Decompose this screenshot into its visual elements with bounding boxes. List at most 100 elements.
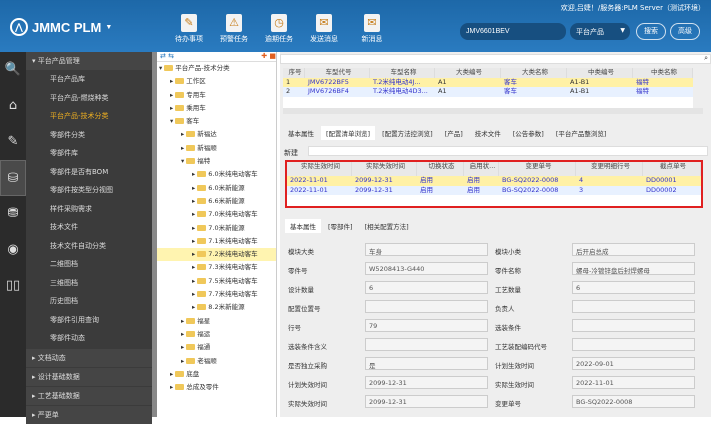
tab[interactable]: 基本属性 (283, 126, 319, 140)
expand-arrow-icon[interactable]: ▸ (192, 197, 195, 205)
field-value[interactable] (572, 338, 695, 351)
expand-arrow-icon[interactable]: ▸ (181, 330, 184, 338)
tree-node[interactable]: ▸ 6.0米新能源 (157, 182, 276, 195)
expand-arrow-icon[interactable]: ▾ (159, 64, 162, 72)
table-row[interactable]: 2022-11-01 2099-12-31 启用 启用 BG-SQ2022-0008 3 D… (287, 185, 701, 195)
tree-node[interactable]: ▾ 客车 (157, 115, 276, 128)
tree-node[interactable]: ▸ 7.0米纯电动客车 (157, 208, 276, 221)
column-header[interactable]: 序号 (283, 68, 305, 78)
sidebar-item[interactable]: 零部件分类 (26, 126, 152, 145)
sidebar-item[interactable]: 样件采购需求 (26, 200, 152, 219)
sidebar-item[interactable]: 零部件库 (26, 144, 152, 163)
expand-arrow-icon[interactable]: ▾ (181, 157, 184, 165)
tree-node[interactable]: ▸ 乘用车 (157, 102, 276, 115)
tree-node[interactable]: ▸ 8.2米新能源 (157, 301, 276, 314)
sidebar-group[interactable]: ▸ 工艺基础数据 (26, 386, 152, 405)
tree-node[interactable]: ▸ 工作区 (157, 75, 276, 88)
tab[interactable]: [产品] (440, 126, 468, 140)
search-icon[interactable]: ⌕ (704, 54, 708, 63)
field-value[interactable]: 2022-11-01 (572, 376, 695, 389)
column-header[interactable]: 启用状... (464, 162, 499, 176)
toolbar-new-mail-button[interactable]: ✉ 新消息 (348, 14, 396, 44)
column-header[interactable]: 变更单号 (499, 162, 576, 176)
sidebar-item[interactable]: 技术文件 (26, 218, 152, 237)
tab[interactable]: 基本属性 (285, 219, 321, 233)
expand-arrow-icon[interactable]: ▸ (192, 277, 195, 285)
expand-arrow-icon[interactable]: ▸ (192, 290, 195, 298)
search-button[interactable]: 搜索 (636, 23, 666, 40)
tree-node[interactable]: ▸ 7.7米纯电动客车 (157, 288, 276, 301)
tree-node[interactable]: ▸ 福通 (157, 341, 276, 354)
field-value[interactable]: 2099-12-31 (365, 376, 488, 389)
expand-arrow-icon[interactable]: ▸ (181, 317, 184, 325)
sidebar-group[interactable]: ▸ 文档动态 (26, 348, 152, 367)
tree-node[interactable]: ▸ 福运 (157, 328, 276, 341)
field-value[interactable]: 后开启总成 (572, 243, 695, 256)
field-value[interactable]: 螺母-冷镀锌盘后封焊螺母 (572, 262, 695, 275)
sidebar-item[interactable]: 零部件按类型分视图 (26, 181, 152, 200)
field-value[interactable]: 是 (365, 357, 488, 370)
expand-arrow-icon[interactable]: ▸ (192, 224, 195, 232)
new-label[interactable]: 新建 (284, 148, 298, 158)
table-row[interactable]: 2 JMV6726BF4 T.2米纯电动4D3... A1 客车 A1-B1 福特 (283, 87, 693, 97)
column-header[interactable]: 中类编号 (567, 68, 633, 78)
tree-node[interactable]: ▸ 新福达 (157, 128, 276, 141)
sidebar-item[interactable]: 零部件动态 (26, 329, 152, 348)
tree-node[interactable]: ▸ 专用车 (157, 89, 276, 102)
search-input[interactable] (460, 23, 566, 40)
field-value[interactable]: 79 (365, 319, 488, 332)
sidebar-item[interactable]: 技术文件自动分类 (26, 237, 152, 256)
expand-arrow-icon[interactable]: ▸ (192, 263, 195, 271)
field-value[interactable]: 6 (572, 281, 695, 294)
tab[interactable]: 技术文件 (470, 126, 506, 140)
field-value[interactable] (572, 300, 695, 313)
field-value[interactable]: 2099-12-31 (365, 395, 488, 408)
field-value[interactable]: 车身 (365, 243, 488, 256)
toolbar-warning-doc-button[interactable]: ⚠ 预警任务 (210, 14, 258, 44)
column-header[interactable]: 截点单号 (643, 162, 701, 176)
tab[interactable]: [配置清单浏览] (321, 126, 376, 140)
sidebar-item[interactable]: 历史图档 (26, 292, 152, 311)
field-value[interactable]: 6 (365, 281, 488, 294)
column-header[interactable]: 实际生效时间 (287, 162, 352, 176)
tree-node[interactable]: ▸ 福星 (157, 315, 276, 328)
tree-node[interactable]: ▸ 新福顺 (157, 142, 276, 155)
book-icon[interactable]: ▯▯ (0, 268, 26, 304)
expand-arrow-icon[interactable]: ▸ (181, 343, 184, 351)
expand-arrow-icon[interactable]: ▸ (192, 210, 195, 218)
tree-node[interactable]: ▸ 6.6米新能源 (157, 195, 276, 208)
scope-select[interactable]: 平台产品 (570, 23, 630, 40)
expand-arrow-icon[interactable]: ▸ (192, 170, 195, 178)
expand-arrow-icon[interactable]: ▸ (192, 237, 195, 245)
sidebar-group[interactable]: ▸ 严更单 (26, 405, 152, 424)
expand-arrow-icon[interactable]: ▾ (170, 117, 173, 125)
tree-node[interactable]: ▸ 底盘 (157, 368, 276, 381)
sidebar-item[interactable]: 二维图档 (26, 255, 152, 274)
toolbar-send-mail-button[interactable]: ✉ 发送消息 (300, 14, 348, 44)
tree-node[interactable]: ▸ 7.1米纯电动客车 (157, 235, 276, 248)
expand-arrow-icon[interactable]: ▸ (192, 184, 195, 192)
column-header[interactable]: 变更明细行号 (576, 162, 643, 176)
field-value[interactable]: W5208413-G440 (365, 262, 488, 275)
tree-node[interactable]: ▾ 平台产品-技术分类 (157, 62, 276, 75)
table-row[interactable]: 1 JMV6722BF5 T.2米纯电动4J... A1 客车 A1-B1 福特 (283, 77, 693, 87)
sidebar-item[interactable]: 平台产品-燃烧种类 (26, 89, 152, 108)
tab[interactable]: [平台产品整浏览] (551, 126, 612, 140)
toolbar-notepad-button[interactable]: ✎ 待办事项 (165, 14, 213, 44)
tree-node[interactable]: ▸ 总成及零件 (157, 381, 276, 394)
field-value[interactable]: BG-SQ2022-0008 (572, 395, 695, 408)
search-icon[interactable]: 🔍 (0, 52, 26, 88)
table-row[interactable]: 2022-11-01 2099-12-31 启用 启用 BG-SQ2022-0008 4 D… (287, 176, 701, 186)
column-header[interactable]: 中类名称 (633, 68, 693, 78)
config-filter-input[interactable] (308, 146, 708, 156)
sidebar-item[interactable]: 零部件引用查询 (26, 311, 152, 330)
expand-arrow-icon[interactable]: ▸ (181, 130, 184, 138)
database-icon[interactable]: ⛃ (0, 196, 26, 232)
sidebar-item[interactable]: 三维图档 (26, 274, 152, 293)
expand-arrow-icon[interactable]: ▸ (181, 144, 184, 152)
column-header[interactable]: 大类名称 (501, 68, 567, 78)
horizontal-scrollbar[interactable] (283, 108, 703, 114)
tree-node[interactable]: ▸ 7.0米新能源 (157, 222, 276, 235)
tab[interactable]: [相关配置方法] (360, 219, 414, 233)
tree-node[interactable]: ▸ 7.2米纯电动客车 (157, 248, 276, 262)
